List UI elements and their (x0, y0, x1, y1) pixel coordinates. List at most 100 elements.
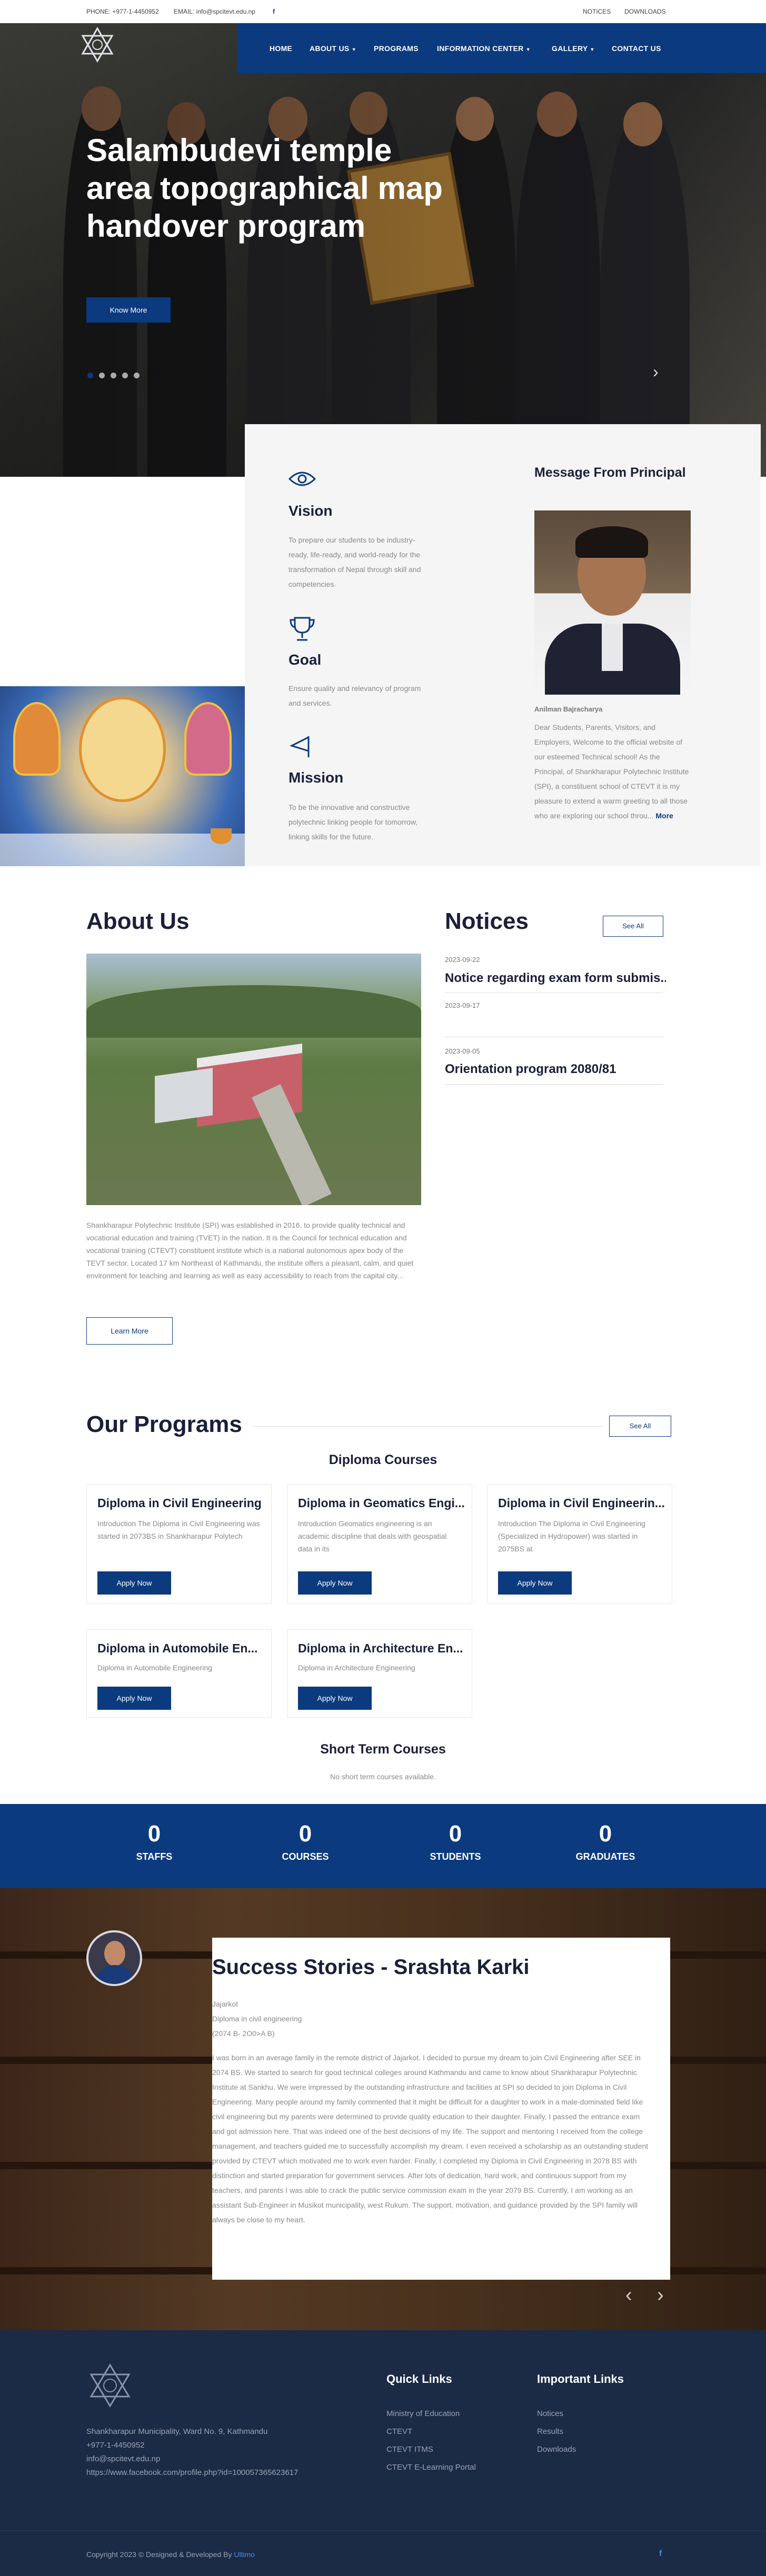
program-title[interactable]: Diploma in Civil Engineerin... (498, 1496, 666, 1510)
hero-title: Salambudevi temple area topographical ma… (86, 133, 443, 244)
slider-dot[interactable] (111, 373, 116, 378)
festival-banner (0, 686, 245, 866)
program-title[interactable]: Diploma in Architecture En... (298, 1641, 466, 1656)
story-text: I was born in an average family in the r… (212, 2053, 649, 2224)
quick-link[interactable]: Ministry of Education (386, 2407, 460, 2421)
developer-link[interactable]: Ultimo (234, 2550, 255, 2559)
program-title[interactable]: Diploma in Civil Engineering (97, 1496, 266, 1510)
program-card[interactable]: Diploma in Civil Engineering Introductio… (86, 1484, 272, 1604)
nav-home[interactable]: HOME (270, 44, 292, 53)
learn-more-button[interactable]: Learn More (86, 1317, 173, 1345)
mission-text: To be the innovative and constructive po… (289, 803, 418, 841)
apply-now-button[interactable]: Apply Now (498, 1571, 572, 1595)
program-text: Introduction The Diploma in Civil Engine… (97, 1519, 260, 1540)
student-avatar (86, 1930, 142, 1986)
nav-gallery[interactable]: GALLERY ▼ (552, 44, 595, 53)
notice-title[interactable]: Notice regarding exam form submis... (445, 971, 666, 986)
downloads-link[interactable]: DOWNLOADS (624, 8, 666, 15)
more-link[interactable]: More (655, 811, 673, 820)
chevron-down-icon: ▼ (351, 47, 356, 52)
slider-dot[interactable] (134, 373, 140, 378)
slider-next-arrow-icon[interactable]: › (653, 362, 659, 382)
nav-programs[interactable]: PROGRAMS (374, 44, 419, 53)
notices-see-all-button[interactable]: See All (603, 916, 663, 937)
quick-link[interactable]: CTEVT ITMS (386, 2443, 433, 2457)
stat-number: 0 (299, 1821, 312, 1847)
important-link[interactable]: Downloads (537, 2443, 576, 2457)
story-batch: (2074 B- 2O0>A B) (212, 2029, 275, 2038)
chevron-down-icon: ▼ (525, 47, 531, 52)
programs-see-all-button[interactable]: See All (609, 1416, 671, 1437)
know-more-button[interactable]: Know More (86, 297, 171, 323)
short-term-heading: Short Term Courses (320, 1742, 446, 1757)
footer-email[interactable]: info@spcitevt.edu.np (86, 2452, 160, 2466)
slider-dot[interactable] (99, 373, 105, 378)
nav-contact[interactable]: CONTACT US (612, 44, 661, 53)
principal-heading: Message From Principal (534, 465, 686, 480)
footer-phone: +977-1-4450952 (86, 2441, 145, 2450)
stat-number: 0 (147, 1821, 161, 1847)
notices-title: Notices (445, 908, 529, 934)
footer-facebook-icon[interactable]: f (659, 2549, 662, 2559)
divider (253, 1426, 603, 1427)
footer-logo[interactable] (86, 2362, 134, 2409)
apply-now-button[interactable]: Apply Now (97, 1687, 171, 1710)
about-text: Shankharapur Polytechnic Institute (SPI)… (86, 1221, 414, 1280)
story-title: Success Stories - Srashta Karki (212, 1956, 530, 1979)
short-term-empty-text: No short term courses available. (330, 1772, 436, 1781)
stat-label: COURSES (282, 1851, 329, 1862)
copyright-text: Copyright 2023 © Designed & Developed By… (86, 2550, 255, 2559)
story-prev-arrow-icon[interactable]: ‹ (625, 2284, 632, 2307)
apply-now-button[interactable]: Apply Now (298, 1571, 372, 1595)
eye-icon (288, 469, 316, 491)
nav-information-center[interactable]: INFORMATION CENTER ▼ (437, 44, 531, 53)
notices-link[interactable]: NOTICES (583, 8, 611, 15)
diploma-heading: Diploma Courses (329, 1452, 437, 1467)
campus-photo (86, 954, 421, 1205)
footer-facebook-link[interactable]: https://www.facebook.com/profile.php?id=… (86, 2466, 298, 2480)
stat-label: STAFFS (136, 1851, 173, 1862)
nav-about[interactable]: ABOUT US ▼ (310, 44, 356, 53)
flag-icon (289, 734, 315, 762)
quick-link[interactable]: CTEVT (386, 2425, 412, 2439)
divider (445, 1084, 663, 1085)
program-title[interactable]: Diploma in Automobile En... (97, 1641, 266, 1656)
quick-links-title: Quick Links (386, 2372, 452, 2385)
program-card[interactable]: Diploma in Geomatics Engi... Introductio… (287, 1484, 472, 1604)
notice-date: 2023-09-22 (445, 956, 480, 964)
stat-label: GRADUATES (575, 1851, 635, 1862)
school-logo[interactable] (79, 26, 116, 63)
stat-number: 0 (449, 1821, 462, 1847)
apply-now-button[interactable]: Apply Now (298, 1687, 372, 1710)
program-text: Introduction Geomatics engineering is an… (298, 1519, 447, 1553)
important-link[interactable]: Results (537, 2425, 563, 2439)
story-program: Diploma in civil engineering (212, 2014, 302, 2023)
notice-date: 2023-09-17 (445, 1001, 480, 1009)
program-text: Introduction The Diploma in Civil Engine… (498, 1519, 645, 1553)
principal-message: Dear Students, Parents, Visitors, and Em… (534, 723, 689, 820)
quick-link[interactable]: CTEVT E-Learning Portal (386, 2461, 476, 2474)
program-text: Diploma in Automobile Engineering (97, 1663, 212, 1672)
footer-address: Shankharapur Municipality, Ward No. 9, K… (86, 2427, 268, 2436)
facebook-icon[interactable]: f (273, 8, 275, 15)
slider-dot[interactable] (87, 373, 93, 378)
divider (0, 2530, 766, 2531)
main-navbar: HOME ABOUT US ▼ PROGRAMS INFORMATION CEN… (237, 23, 766, 73)
goal-text: Ensure quality and relevancy of program … (289, 684, 421, 707)
notice-title[interactable]: Orientation program 2080/81 (445, 1062, 666, 1077)
story-place: Jajarkot (212, 2000, 238, 2008)
trophy-icon (289, 616, 316, 645)
principal-name: Anilman Bajracharya (534, 705, 603, 713)
important-link[interactable]: Notices (537, 2407, 563, 2421)
apply-now-button[interactable]: Apply Now (97, 1571, 171, 1595)
slider-dot[interactable] (122, 373, 128, 378)
chevron-down-icon: ▼ (590, 47, 595, 52)
vision-title: Vision (289, 503, 333, 519)
program-card[interactable]: Diploma in Automobile En... Diploma in A… (86, 1629, 272, 1718)
program-card[interactable]: Diploma in Architecture En... Diploma in… (287, 1629, 472, 1718)
program-title[interactable]: Diploma in Geomatics Engi... (298, 1496, 466, 1510)
program-card[interactable]: Diploma in Civil Engineerin... Introduct… (487, 1484, 672, 1604)
story-next-arrow-icon[interactable]: › (657, 2284, 664, 2307)
vision-text: To prepare our students to be industry-r… (289, 536, 421, 588)
notice-date: 2023-09-05 (445, 1047, 480, 1055)
